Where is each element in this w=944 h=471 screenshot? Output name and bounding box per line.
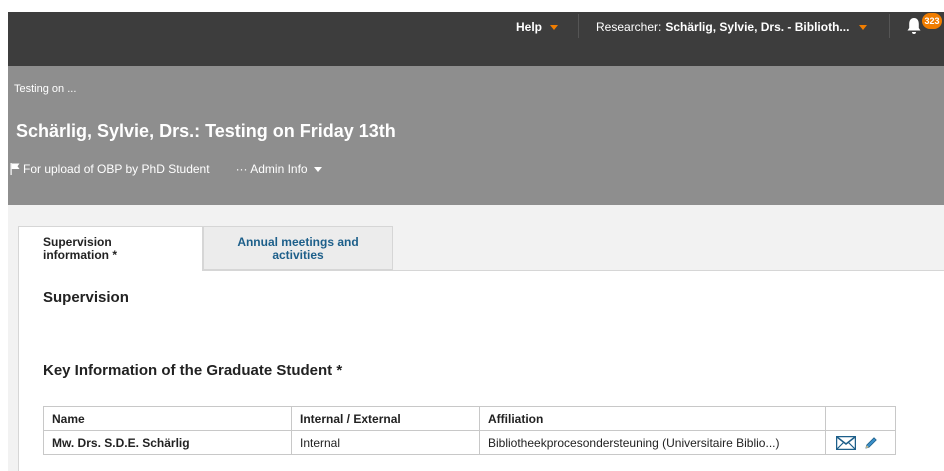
researcher-name: Schärlig, Sylvie, Drs. - Biblioth... (665, 20, 850, 34)
column-header-actions (825, 406, 896, 431)
key-info-title: Key Information of the Graduate Student … (43, 362, 343, 379)
help-label: Help (516, 20, 543, 34)
page-header: Testing on ... Schärlig, Sylvie, Drs.: T… (8, 66, 944, 205)
cell-internal-external: Internal (291, 430, 480, 455)
researcher-menu[interactable]: Researcher: Schärlig, Sylvie, Drs. - Bib… (596, 20, 868, 34)
column-header-internal-external: Internal / External (291, 406, 480, 431)
cell-actions (825, 430, 896, 455)
cell-name: Mw. Drs. S.D.E. Schärlig (43, 430, 292, 455)
tab-annual-meetings[interactable]: Annual meetings and activities (203, 226, 393, 270)
pencil-icon[interactable] (864, 436, 878, 450)
header-subrow: For upload of OBP by PhD Student ··· Adm… (10, 162, 322, 176)
bell-icon[interactable] (906, 17, 922, 35)
help-caret-icon (550, 24, 559, 30)
help-menu[interactable]: Help (516, 20, 559, 34)
page-title: Schärlig, Sylvie, Drs.: Testing on Frida… (16, 121, 396, 141)
table-header-row: Name Internal / External Affiliation (43, 406, 896, 431)
tab-panel: Supervision Key Information of the Gradu… (18, 270, 944, 471)
tab-label-line2: activities (272, 248, 324, 262)
researcher-prefix: Researcher: (596, 20, 662, 34)
column-header-affiliation: Affiliation (479, 406, 826, 431)
cell-affiliation: Bibliotheekprocesondersteuning (Universi… (479, 430, 826, 455)
researcher-caret-icon (859, 24, 868, 30)
table-row: Mw. Drs. S.D.E. Schärlig Internal Biblio… (43, 430, 896, 455)
breadcrumb[interactable]: Testing on ... (14, 83, 76, 95)
flag-icon (10, 163, 20, 175)
column-header-name: Name (43, 406, 292, 431)
student-table: Name Internal / External Affiliation Mw.… (43, 406, 896, 455)
notification-badge[interactable]: 323 (922, 13, 942, 29)
envelope-icon[interactable] (836, 435, 856, 450)
admin-info-menu[interactable]: ··· Admin Info (236, 162, 322, 176)
section-title: Supervision (43, 289, 129, 306)
admin-info-label: ··· Admin Info (235, 162, 308, 176)
flag-label: For upload of OBP by PhD Student (23, 162, 210, 176)
tab-supervision-information[interactable]: Supervision information * (18, 226, 203, 271)
topbar-divider (889, 14, 890, 38)
admin-info-caret-icon (313, 166, 322, 172)
topbar-divider (578, 14, 579, 38)
tab-label-line2: information * (43, 248, 117, 262)
